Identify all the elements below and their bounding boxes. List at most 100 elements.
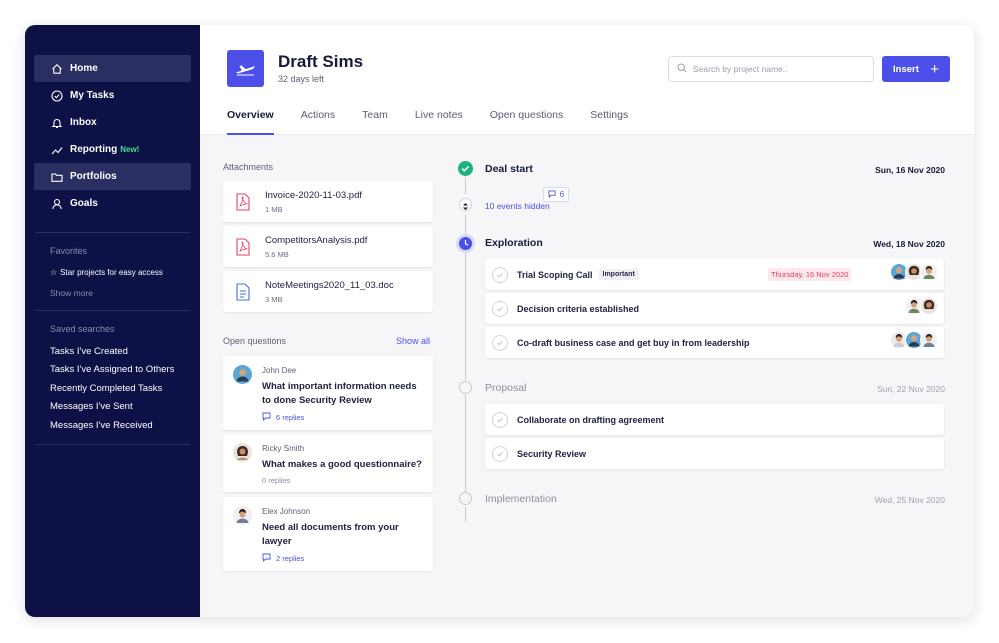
replies-label: 0 replies (262, 476, 291, 485)
check-icon[interactable] (492, 300, 508, 317)
question-author: Elex Johnson (262, 507, 311, 516)
bell-icon (50, 116, 64, 130)
due-date: Thursday, 16 Nov 2020 (768, 268, 852, 281)
tab-live-notes[interactable]: Live notes (415, 109, 463, 135)
avatar (920, 263, 938, 286)
stage-date: Wed, 25 Nov 2020 (874, 495, 945, 505)
favorites-hint: ☆ Star projects for easy access (25, 268, 200, 277)
project-header: Draft Sims 32 days left Insert + Overvie… (200, 25, 974, 135)
stage-date: Sun, 22 Nov 2020 (876, 384, 945, 394)
page-title: Draft Sims (278, 52, 364, 71)
check-icon[interactable] (492, 266, 508, 283)
open-questions-heading: Open questions (223, 336, 287, 346)
plus-icon: + (930, 60, 939, 78)
saved-search-item[interactable]: Messages I've Sent (25, 398, 200, 417)
question-author: Ricky Smith (262, 444, 305, 453)
replies-link[interactable]: 6 replies (262, 412, 304, 423)
file-name: Invoice-2020-11-03.pdf (265, 189, 362, 201)
saved-search-item[interactable]: Tasks I've Created (25, 342, 200, 361)
folder-icon (50, 170, 64, 184)
show-more-link[interactable]: Show more (25, 288, 200, 298)
stage-title: Implementation (485, 493, 557, 505)
task-row[interactable]: Collaborate on drafting agreement (485, 404, 944, 435)
file-size: 5.6 MB (265, 249, 289, 259)
task-row[interactable]: Security Review (485, 438, 944, 469)
assignees (890, 263, 938, 286)
divider (35, 310, 190, 311)
check-icon[interactable] (492, 334, 508, 351)
search-input[interactable] (693, 64, 853, 74)
question-card[interactable]: Ricky Smith What makes a good questionna… (223, 434, 433, 492)
task-row[interactable]: Co-draft business case and get buy in fr… (485, 327, 944, 358)
saved-search-item[interactable]: Recently Completed Tasks (25, 379, 200, 398)
show-all-link[interactable]: Show all (396, 336, 430, 346)
search-box[interactable] (668, 56, 874, 82)
task-row[interactable]: Decision criteria established (485, 293, 944, 324)
stage-title: Exploration (485, 237, 543, 249)
sidebar-item-reporting[interactable]: Reporting New! (34, 136, 191, 163)
check-circle-icon (50, 89, 64, 103)
pdf-file-icon (235, 237, 251, 256)
check-icon[interactable] (492, 411, 508, 428)
tab-settings[interactable]: Settings (590, 109, 628, 135)
file-size: 3 MB (265, 294, 283, 304)
sidebar-item-label: Home (70, 63, 98, 74)
question-text: What important information needs to done… (262, 381, 417, 406)
saved-search-item[interactable]: Tasks I've Assigned to Others (25, 361, 200, 380)
trend-line-icon (50, 143, 64, 157)
saved-searches-heading: Saved searches (50, 324, 115, 334)
replies-link[interactable]: 2 replies (262, 553, 304, 564)
tab-open-questions[interactable]: Open questions (490, 109, 564, 135)
timeline-line (465, 395, 466, 492)
avatar (233, 443, 252, 467)
plane-icon (235, 65, 255, 75)
new-badge: New! (120, 145, 140, 154)
home-icon (50, 62, 64, 76)
attachments-heading: Attachments (223, 162, 274, 172)
project-logo (227, 50, 264, 87)
comments-chip[interactable]: 6 (543, 187, 569, 202)
avatar (233, 365, 252, 389)
sidebar-item-my-tasks[interactable]: My Tasks (34, 82, 191, 109)
file-size: 1 MB (265, 204, 283, 214)
sidebar-item-inbox[interactable]: Inbox (34, 109, 191, 136)
question-card[interactable]: John Dee What important information need… (223, 356, 433, 430)
replies-count: 2 replies (276, 554, 305, 563)
tab-team[interactable]: Team (362, 109, 388, 135)
task-name: Co-draft business case and get buy in fr… (517, 337, 750, 348)
question-author: John Dee (262, 366, 297, 375)
comment-icon (548, 189, 556, 200)
sidebar-item-label: Goals (70, 198, 98, 209)
task-name: Trial Scoping Call (517, 269, 593, 280)
pending-node-icon (459, 492, 472, 505)
question-card[interactable]: Elex Johnson Need all documents from you… (223, 497, 433, 571)
timeline-line (465, 177, 466, 194)
doc-file-icon (235, 282, 251, 301)
main-content: Draft Sims 32 days left Insert + Overvie… (200, 25, 974, 617)
expand-events-icon[interactable] (459, 198, 472, 211)
check-icon[interactable] (492, 445, 508, 462)
sidebar-item-home[interactable]: Home (34, 55, 191, 82)
tab-overview[interactable]: Overview (227, 109, 274, 135)
sidebar-item-goals[interactable]: Goals (34, 190, 191, 217)
attachment-item[interactable]: Invoice-2020-11-03.pdf 1 MB (223, 181, 433, 222)
hidden-events-link[interactable]: 10 events hidden (485, 201, 550, 211)
assignees (890, 331, 938, 354)
tab-actions[interactable]: Actions (301, 109, 335, 135)
insert-button[interactable]: Insert + (882, 56, 950, 82)
question-text: What makes a good questionnaire? (262, 459, 422, 470)
sidebar-item-label: My Tasks (70, 90, 115, 101)
important-badge: Important (598, 269, 639, 280)
saved-search-item[interactable]: Messages I've Received (25, 416, 200, 435)
sidebar-item-portfolios[interactable]: Portfolios (34, 163, 191, 190)
sidebar-item-label: Inbox (70, 117, 97, 128)
comment-icon (262, 553, 271, 564)
task-row[interactable]: Trial Scoping Call Important Thursday, 1… (485, 259, 944, 290)
file-name: CompetitorsAnalysis.pdf (265, 234, 368, 246)
replies-count: 6 replies (276, 413, 305, 422)
attachment-item[interactable]: CompetitorsAnalysis.pdf 5.6 MB (223, 226, 433, 267)
attachment-item[interactable]: NoteMeetings2020_11_03.doc 3 MB (223, 271, 433, 312)
stage-date: Sun, 16 Nov 2020 (875, 165, 945, 175)
tab-bar: Overview Actions Team Live notes Open qu… (227, 109, 655, 135)
app-window: Home My Tasks Inbox Reporting New! Portf… (25, 25, 974, 617)
